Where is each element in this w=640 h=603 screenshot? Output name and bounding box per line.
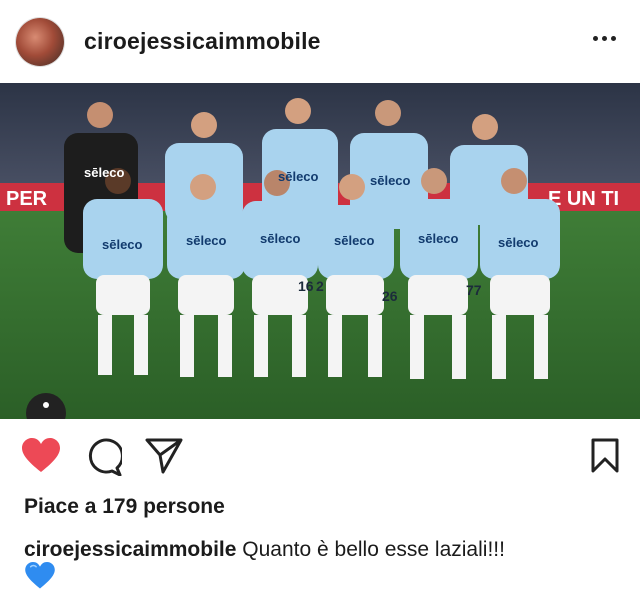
sponsor-text: sēleco xyxy=(186,233,227,248)
shorts-number: 26 xyxy=(382,288,398,304)
post-header: ciroejessicaimmobile xyxy=(0,0,640,83)
sponsor-text: sēleco xyxy=(334,233,375,248)
sponsor-text: sēleco xyxy=(418,231,459,246)
caption: ciroejessicaimmobile Quanto è bello esse… xyxy=(24,538,505,562)
shorts-number: 16 xyxy=(298,278,314,294)
share-icon[interactable] xyxy=(145,438,183,474)
dot xyxy=(602,36,607,41)
more-options-icon[interactable] xyxy=(593,30,619,46)
heart-icon[interactable] xyxy=(21,438,61,474)
sponsor-text: sēleco xyxy=(260,231,301,246)
team-photo: PER E UN TI sēleco sēleco sēleco sēleco … xyxy=(0,83,640,419)
blue-heart-icon xyxy=(25,562,55,589)
username-link[interactable]: ciroejessicaimmobile xyxy=(84,28,321,55)
sponsor-text: sēleco xyxy=(370,173,411,188)
bookmark-icon[interactable] xyxy=(591,438,619,474)
action-bar xyxy=(0,430,640,486)
likes-count[interactable]: Piace a 179 persone xyxy=(24,495,225,519)
banner-text-left: PER xyxy=(6,188,48,210)
shorts-number: 2 xyxy=(316,278,324,294)
caption-username[interactable]: ciroejessicaimmobile xyxy=(24,538,236,561)
sponsor-text: sēleco xyxy=(278,169,319,184)
dot xyxy=(611,36,616,41)
shorts-number: 77 xyxy=(466,282,482,298)
dot xyxy=(593,36,598,41)
user-tag-dot xyxy=(43,402,49,408)
sponsor-text: sēleco xyxy=(84,165,125,180)
caption-text: Quanto è bello esse laziali!!! xyxy=(242,538,505,561)
banner-text-right: E UN TI xyxy=(548,188,619,210)
sponsor-text: sēleco xyxy=(102,237,143,252)
comment-icon[interactable] xyxy=(84,438,122,476)
avatar[interactable] xyxy=(16,18,64,66)
post-photo[interactable]: PER E UN TI sēleco sēleco sēleco sēleco … xyxy=(0,83,640,419)
sponsor-text: sēleco xyxy=(498,235,539,250)
